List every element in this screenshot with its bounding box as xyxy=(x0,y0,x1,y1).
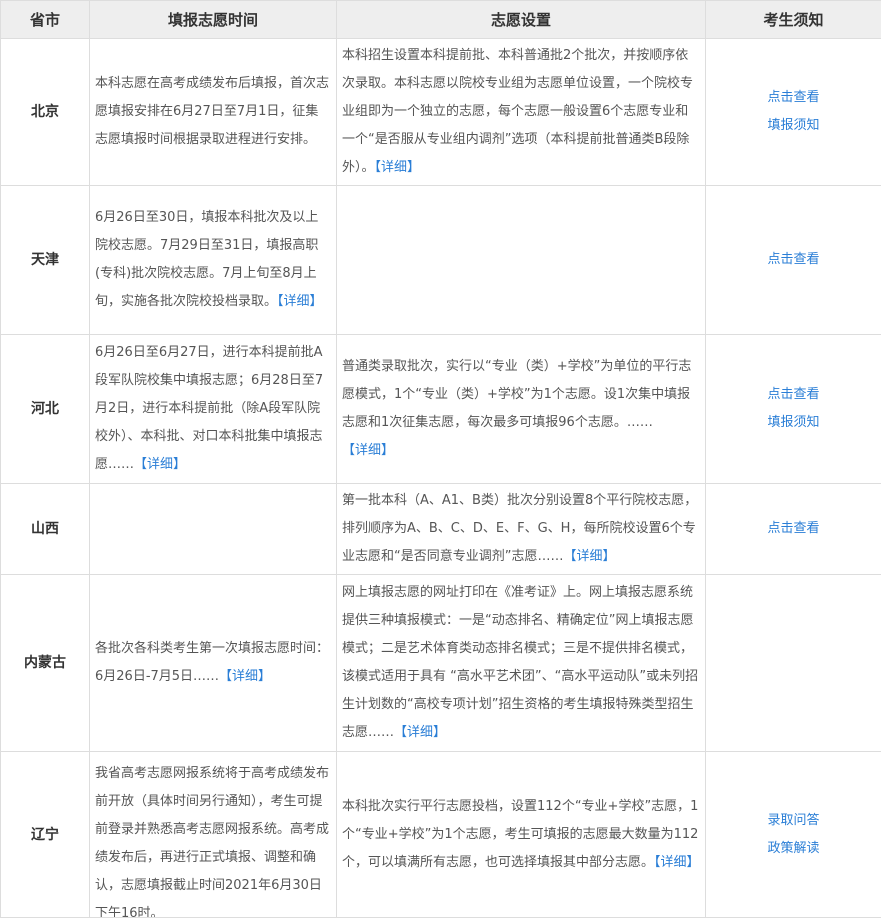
more-link[interactable]: 【详细】 xyxy=(277,294,323,309)
guide-link[interactable]: 填报须知 xyxy=(711,112,876,140)
notice-cell xyxy=(705,574,881,752)
more-link[interactable]: 【详细】 xyxy=(654,855,700,870)
notice-cell: 点击查看 xyxy=(705,185,881,335)
table-row: 辽宁 我省高考志愿网报系统将于高考成绩发布前开放（具体时间另行通知），考生可提前… xyxy=(0,751,881,918)
qa-link[interactable]: 录取问答 xyxy=(711,807,876,835)
province-cell: 北京 xyxy=(0,38,90,186)
more-link[interactable]: 【详细】 xyxy=(563,549,615,564)
setting-text: 本科招生设置本科提前批、本科普通批2个批次，并按顺序依次录取。本科志愿以院校专业… xyxy=(342,48,694,175)
header-province: 省市 xyxy=(0,0,90,39)
time-cell: 各批次各科类考生第一次填报志愿时间：6月26日-7月5日……【详细】 xyxy=(89,574,337,752)
time-clip: 我省高考志愿网报系统将于高考成绩发布前开放（具体时间另行通知），考生可提前登录并… xyxy=(95,753,331,917)
province-cell: 山西 xyxy=(0,483,90,575)
time-text: 我省高考志愿网报系统将于高考成绩发布前开放（具体时间另行通知），考生可提前登录并… xyxy=(95,766,330,917)
header-notice: 考生须知 xyxy=(705,0,881,39)
setting-cell: 本科批次实行平行志愿投档，设置112个“专业+学校”志愿，1个“专业+学校”为1… xyxy=(336,751,706,918)
setting-text: 普通类录取批次，实行以“专业（类）+学校”为单位的平行志愿模式，1个“专业（类）… xyxy=(342,359,692,430)
setting-text: 网上填报志愿的网址打印在《准考证》上。网上填报志愿系统提供三种填报模式：一是“动… xyxy=(342,585,699,740)
more-link[interactable]: 【详细】 xyxy=(342,443,394,458)
province-cell: 天津 xyxy=(0,185,90,335)
setting-cell: 网上填报志愿的网址打印在《准考证》上。网上填报志愿系统提供三种填报模式：一是“动… xyxy=(336,574,706,752)
more-link[interactable]: 【详细】 xyxy=(219,669,271,684)
guide-link[interactable]: 填报须知 xyxy=(711,409,876,437)
view-link[interactable]: 点击查看 xyxy=(711,246,876,274)
notice-cell: 点击查看 xyxy=(705,483,881,575)
more-link[interactable]: 【详细】 xyxy=(394,725,446,740)
time-cell: 本科志愿在高考成绩发布后填报，首次志愿填报安排在6月27日至7月1日，征集志愿填… xyxy=(89,38,337,186)
setting-text: 本科批次实行平行志愿投档，设置112个“专业+学校”志愿，1个“专业+学校”为1… xyxy=(342,798,699,870)
college-application-table: 省市 填报志愿时间 志愿设置 考生须知 北京 本科志愿在高考成绩发布后填报，首次… xyxy=(0,0,881,918)
table-row: 北京 本科志愿在高考成绩发布后填报，首次志愿填报安排在6月27日至7月1日，征集… xyxy=(0,38,881,186)
province-cell: 辽宁 xyxy=(0,751,90,918)
table-row: 山西 第一批本科（A、A1、B类）批次分别设置8个平行院校志愿，排列顺序为A、B… xyxy=(0,483,881,575)
province-cell: 内蒙古 xyxy=(0,574,90,752)
setting-text: 第一批本科（A、A1、B类）批次分别设置8个平行院校志愿，排列顺序为A、B、C、… xyxy=(342,493,698,564)
notice-cell: 点击查看 填报须知 xyxy=(705,334,881,484)
time-text: 本科志愿在高考成绩发布后填报，首次志愿填报安排在6月27日至7月1日，征集志愿填… xyxy=(95,76,330,147)
setting-cell: 普通类录取批次，实行以“专业（类）+学校”为单位的平行志愿模式，1个“专业（类）… xyxy=(336,334,706,484)
setting-cell: 第一批本科（A、A1、B类）批次分别设置8个平行院校志愿，排列顺序为A、B、C、… xyxy=(336,483,706,575)
setting-cell: 本科招生设置本科提前批、本科普通批2个批次，并按顺序依次录取。本科志愿以院校专业… xyxy=(336,38,706,186)
notice-cell: 录取问答 政策解读 xyxy=(705,751,881,918)
time-cell: 6月26日至30日，填报本科批次及以上院校志愿。7月29日至31日，填报高职(专… xyxy=(89,185,337,335)
header-time: 填报志愿时间 xyxy=(89,0,337,39)
view-link[interactable]: 点击查看 xyxy=(711,515,876,543)
setting-cell xyxy=(336,185,706,335)
more-link[interactable]: 【详细】 xyxy=(375,160,421,175)
table-row: 河北 6月26日至6月27日，进行本科提前批A段军队院校集中填报志愿；6月28日… xyxy=(0,334,881,484)
table-row: 内蒙古 各批次各科类考生第一次填报志愿时间：6月26日-7月5日……【详细】 网… xyxy=(0,574,881,752)
time-cell xyxy=(89,483,337,575)
time-text: 各批次各科类考生第一次填报志愿时间：6月26日-7月5日…… xyxy=(95,641,330,684)
policy-link[interactable]: 政策解读 xyxy=(711,835,876,863)
province-cell: 河北 xyxy=(0,334,90,484)
table-row: 天津 6月26日至30日，填报本科批次及以上院校志愿。7月29日至31日，填报高… xyxy=(0,185,881,335)
view-link[interactable]: 点击查看 xyxy=(711,84,876,112)
notice-cell: 点击查看 填报须知 xyxy=(705,38,881,186)
more-link[interactable]: 【详细】 xyxy=(134,457,186,472)
header-setting: 志愿设置 xyxy=(336,0,706,39)
time-cell: 我省高考志愿网报系统将于高考成绩发布前开放（具体时间另行通知），考生可提前登录并… xyxy=(89,751,337,918)
view-link[interactable]: 点击查看 xyxy=(711,381,876,409)
time-text: 6月26日至6月27日，进行本科提前批A段军队院校集中填报志愿；6月28日至7月… xyxy=(95,345,324,472)
header-row: 省市 填报志愿时间 志愿设置 考生须知 xyxy=(0,0,881,39)
time-cell: 6月26日至6月27日，进行本科提前批A段军队院校集中填报志愿；6月28日至7月… xyxy=(89,334,337,484)
